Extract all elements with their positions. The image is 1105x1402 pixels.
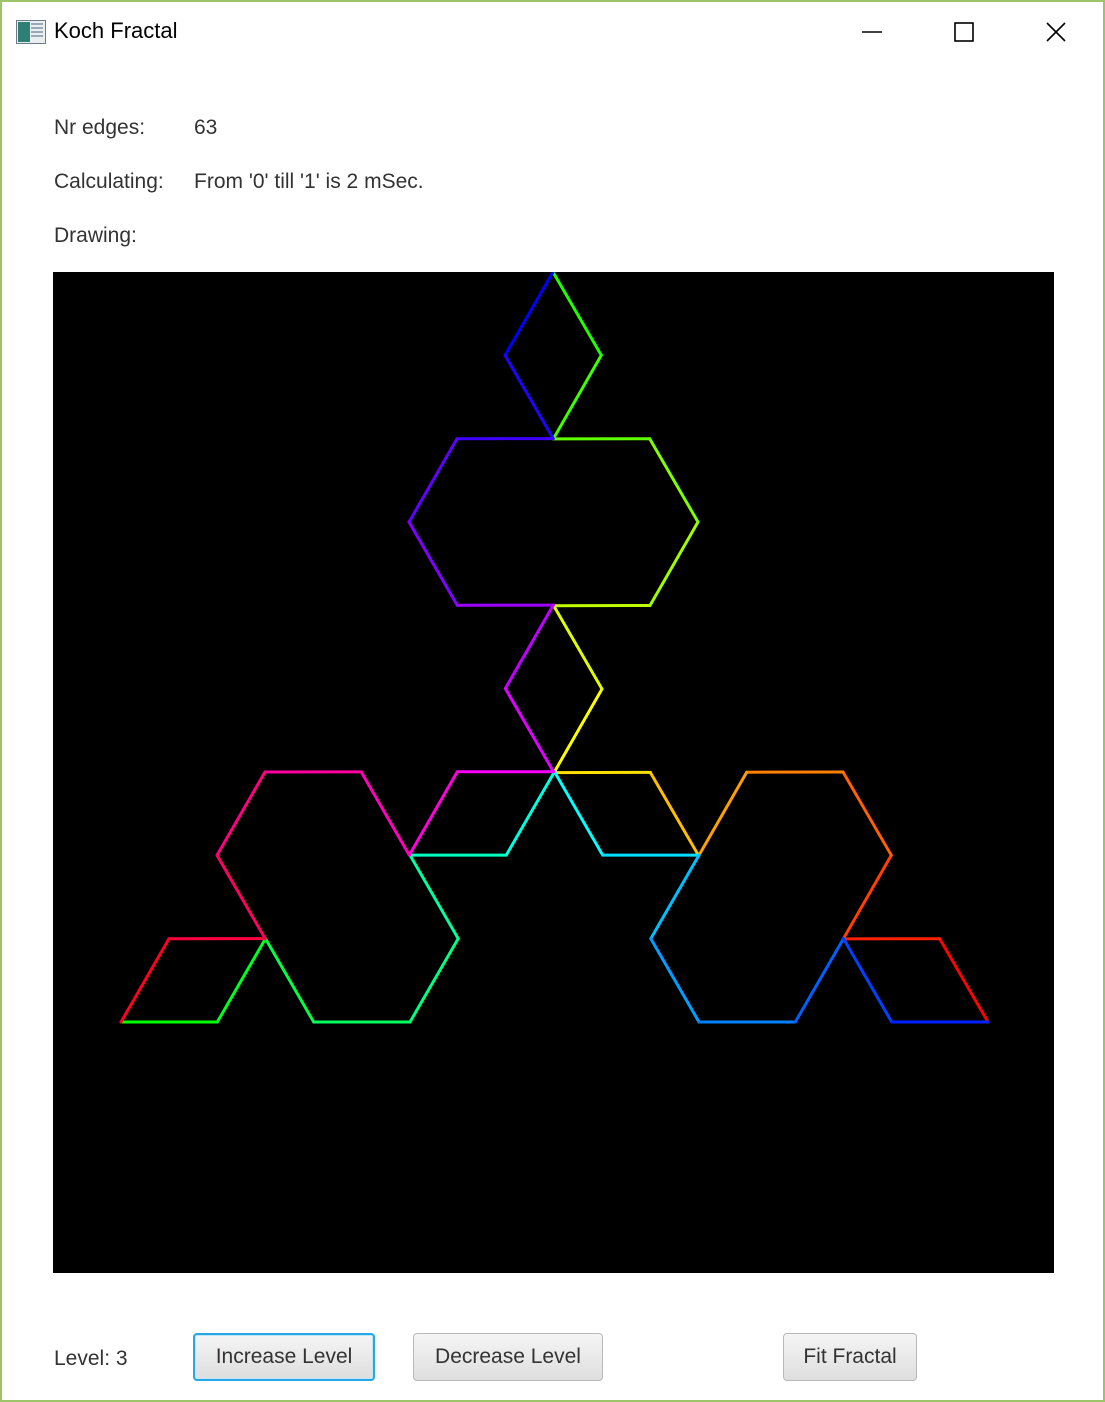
fractal-edge [215,853,267,941]
edges-value: 63 [194,116,218,139]
fractal-edge [503,272,555,357]
fractal-edge [503,687,555,774]
fractal-edge [407,437,459,524]
fractal-edge [503,353,555,441]
fractal-edge [649,937,701,1024]
fractal-edge [648,770,701,858]
maximize-button[interactable] [918,2,1010,64]
drawing-label: Drawing: [54,224,137,247]
fractal-edge [552,604,604,691]
fractal-edge [697,770,749,858]
calculating-value: From '0' till '1' is 2 mSec. [194,170,424,193]
fractal-edge [504,770,556,857]
fractal-edge [359,770,411,857]
fractal-edge [215,937,267,1024]
calculating-label: Calculating: [54,170,164,193]
decrease-level-button[interactable]: Decrease Level [413,1333,603,1381]
minimize-icon [862,31,882,33]
fractal-edge [264,937,316,1024]
close-button[interactable] [1010,2,1102,64]
level-label: Level: 3 [54,1347,128,1370]
app-window: Koch Fractal Nr edges: 63 Calculating: F… [0,0,1105,1402]
koch-fractal-drawing [119,272,990,1024]
minimize-button[interactable] [826,2,918,64]
fractal-edge [648,437,700,524]
fractal-edge [408,853,460,941]
edges-label: Nr edges: [54,116,146,139]
fractal-edge [793,937,845,1024]
fractal-edge [649,853,701,941]
fractal-edge [407,770,459,857]
fractal-edge [938,937,990,1024]
title-bar[interactable]: Koch Fractal [2,2,1103,64]
fractal-edge [841,853,893,941]
fractal-edge [119,937,171,1024]
fractal-edge [551,272,603,357]
close-icon [1046,22,1066,42]
java-app-icon [16,20,46,44]
fractal-canvas[interactable] [53,272,1054,1273]
fractal-edge [503,603,555,690]
fractal-edge [408,937,460,1024]
maximize-icon [954,22,974,42]
fractal-edge [552,687,604,775]
fractal-edge [648,520,700,607]
fractal-edge [215,770,267,857]
window-title: Koch Fractal [54,18,178,43]
fit-fractal-button[interactable]: Fit Fractal [783,1333,917,1381]
fractal-edge [407,520,459,607]
fractal-edge [842,937,894,1024]
fractal-edge [841,770,893,857]
increase-level-button[interactable]: Increase Level [193,1333,375,1381]
fractal-edge [553,770,605,857]
fractal-edge [551,353,603,441]
